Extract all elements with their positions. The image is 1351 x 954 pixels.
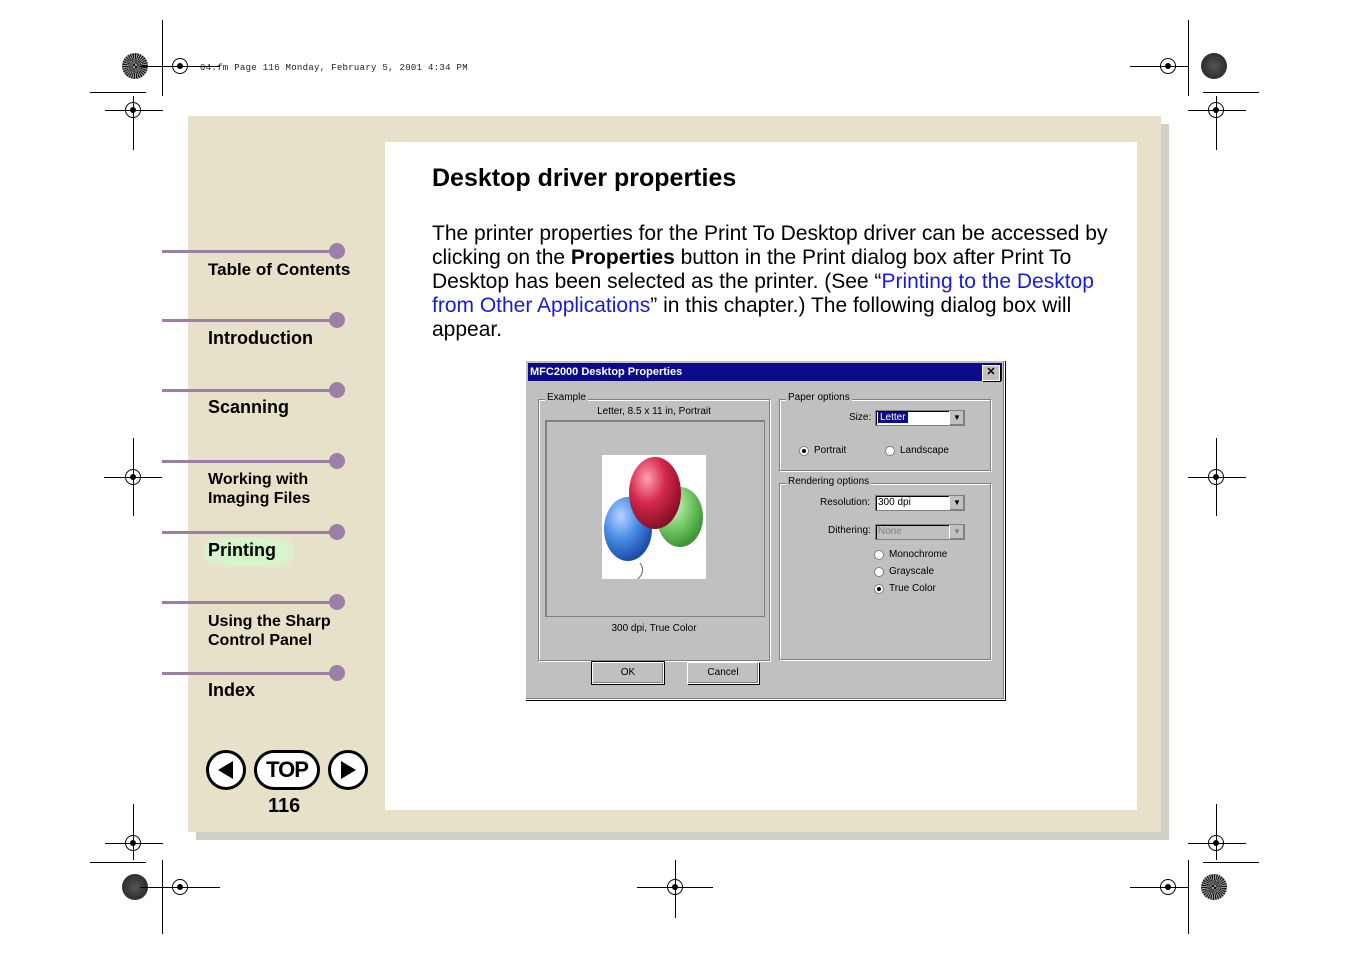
chevron-down-icon[interactable]: ▼ (949, 411, 964, 425)
nav-label-line2: Control Panel (208, 632, 313, 649)
page-title: Desktop driver properties (432, 164, 737, 192)
left-arrow-icon (218, 761, 233, 779)
paper-options-legend: Paper options (786, 392, 852, 403)
dialog-title: MFC2000 Desktop Properties (530, 366, 683, 378)
landscape-label[interactable]: Landscape (900, 445, 949, 456)
nav-using-sharp-control-panel[interactable]: Using the Sharp Control Panel (208, 612, 331, 650)
body-paragraph: The printer properties for the Print To … (432, 222, 1132, 342)
nav-label-line1: Working with (208, 471, 309, 488)
chevron-down-icon[interactable]: ▼ (949, 496, 964, 510)
resolution-select[interactable]: 300 dpi ▼ (875, 495, 965, 511)
landscape-radio[interactable] (885, 446, 895, 456)
ok-button[interactable]: OK (591, 661, 665, 685)
nav-table-of-contents[interactable]: Table of Contents (208, 260, 350, 279)
nav-label-line2: Imaging Files (208, 490, 311, 507)
paper-options-group: Paper options Size: Letter ▼ Portrait La… (779, 392, 991, 471)
size-value: Letter (878, 412, 908, 423)
next-page-button[interactable] (328, 750, 368, 790)
dithering-value: None (878, 526, 902, 537)
cancel-button[interactable]: Cancel (687, 662, 759, 684)
dithering-select: None ▼ (875, 524, 965, 540)
resolution-value: 300 dpi (878, 497, 911, 508)
monochrome-label[interactable]: Monochrome (889, 549, 947, 560)
para-bold-text: Properties (570, 246, 675, 269)
example-legend: Example (545, 392, 588, 403)
example-group: Example Letter, 8.5 x 11 in, Portrait 30… (538, 392, 770, 661)
properties-dialog: MFC2000 Desktop Properties ✕ Example Let… (525, 360, 1005, 700)
top-button[interactable]: TOP (254, 750, 320, 790)
example-caption-top: Letter, 8.5 x 11 in, Portrait (597, 406, 711, 417)
right-arrow-icon (341, 761, 356, 779)
top-label: TOP (266, 757, 309, 782)
rendering-options-legend: Rendering options (786, 476, 872, 487)
grayscale-radio[interactable] (874, 567, 884, 577)
prev-page-button[interactable] (206, 750, 246, 790)
portrait-radio[interactable] (799, 446, 809, 456)
nav-working-with-imaging-files[interactable]: Working with Imaging Files (208, 470, 310, 508)
true-color-label[interactable]: True Color (889, 583, 936, 594)
nav-index[interactable]: Index (208, 681, 255, 700)
grayscale-label[interactable]: Grayscale (889, 566, 934, 577)
balloons-image (602, 455, 706, 580)
preview-pane (545, 420, 765, 617)
true-color-radio[interactable] (874, 584, 884, 594)
dithering-label: Dithering: (828, 525, 871, 536)
size-select[interactable]: Letter ▼ (875, 410, 965, 426)
close-icon[interactable]: ✕ (982, 365, 1000, 381)
example-caption-bottom: 300 dpi, True Color (611, 623, 697, 634)
size-label: Size: (849, 412, 872, 423)
nav-introduction[interactable]: Introduction (208, 329, 313, 348)
dialog-titlebar: MFC2000 Desktop Properties ✕ (528, 363, 1002, 381)
nav-scanning[interactable]: Scanning (208, 398, 289, 417)
nav-printing[interactable]: Printing (208, 541, 276, 560)
nav-label-line1: Using the Sharp (208, 613, 331, 630)
rendering-options-group: Rendering options Resolution: 300 dpi ▼ … (779, 476, 991, 660)
resolution-label: Resolution: (820, 497, 871, 508)
header-stamp: 04.fm Page 116 Monday, February 5, 2001 … (200, 63, 468, 73)
portrait-label[interactable]: Portrait (814, 445, 846, 456)
page-number: 116 (268, 795, 301, 817)
monochrome-radio[interactable] (874, 550, 884, 560)
chevron-down-icon: ▼ (949, 525, 964, 539)
